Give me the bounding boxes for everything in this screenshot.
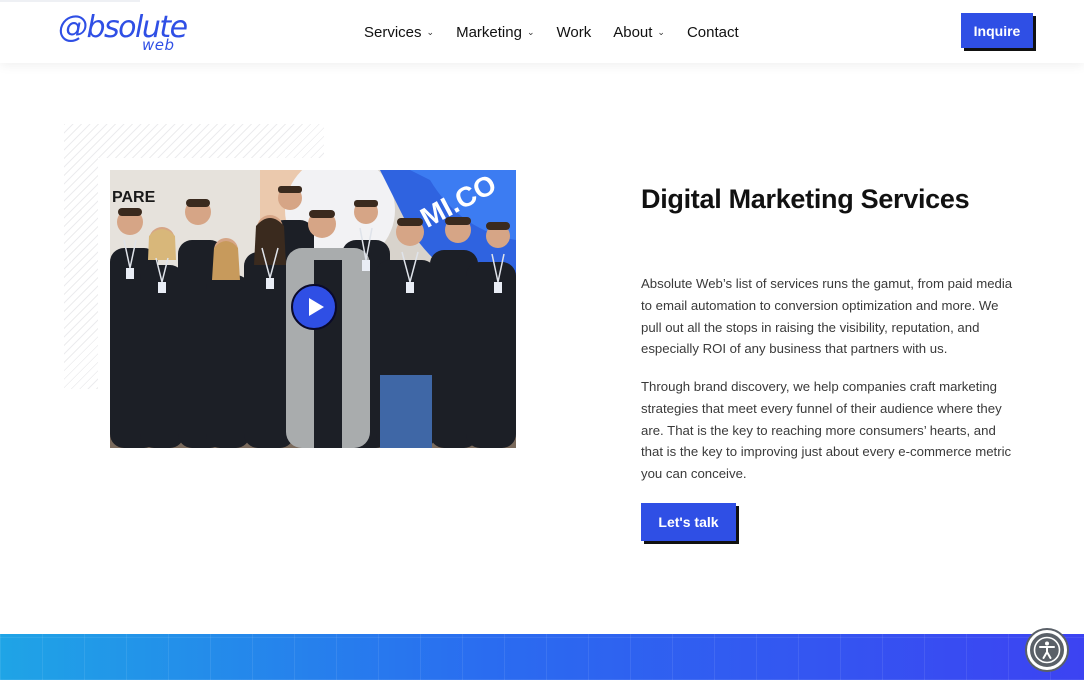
- nav-item-marketing[interactable]: Marketing ⌄: [456, 24, 534, 41]
- nav-item-services[interactable]: Services ⌄: [364, 24, 434, 41]
- accessibility-button[interactable]: [1027, 630, 1067, 670]
- nav-contact-label: Contact: [686, 23, 739, 41]
- header-top-line: [0, 0, 140, 2]
- absolute-web-logo[interactable]: @bsolute web: [58, 10, 188, 56]
- inquire-button[interactable]: Inquire: [961, 13, 1033, 48]
- main-nav: Services ⌄ Marketing ⌄ Work About ⌄ Cont…: [364, 20, 739, 44]
- nav-item-contact[interactable]: Contact: [687, 24, 739, 41]
- nav-marketing-label: Marketing: [456, 23, 522, 41]
- nav-services-label: Services: [364, 23, 422, 41]
- chevron-down-icon: ⌄: [657, 26, 665, 37]
- lets-talk-button[interactable]: Let's talk: [641, 503, 736, 541]
- accessibility-icon: [1033, 636, 1061, 664]
- intro-paragraph: Absolute Web’s list of services runs the…: [641, 276, 1013, 357]
- play-video-button[interactable]: [291, 284, 337, 330]
- logo-subtext: web: [142, 36, 175, 54]
- nav-work-label: Work: [556, 23, 592, 41]
- nav-item-about[interactable]: About ⌄: [613, 24, 665, 41]
- nav-about-label: About: [613, 23, 653, 41]
- nav-item-work[interactable]: Work: [556, 24, 591, 41]
- play-icon: [308, 298, 324, 316]
- chevron-down-icon: ⌄: [426, 26, 435, 37]
- site-header: @bsolute web Services ⌄ Marketing ⌄ Work…: [0, 0, 1084, 63]
- bottom-gradient-banner: [0, 634, 1084, 680]
- page-title: Digital Marketing Services: [641, 184, 970, 214]
- brand-discovery-paragraph: Through brand discovery, we help compani…: [641, 379, 1012, 482]
- backdrop-text-left: PARE: [112, 189, 156, 206]
- chevron-down-icon: ⌄: [526, 26, 535, 37]
